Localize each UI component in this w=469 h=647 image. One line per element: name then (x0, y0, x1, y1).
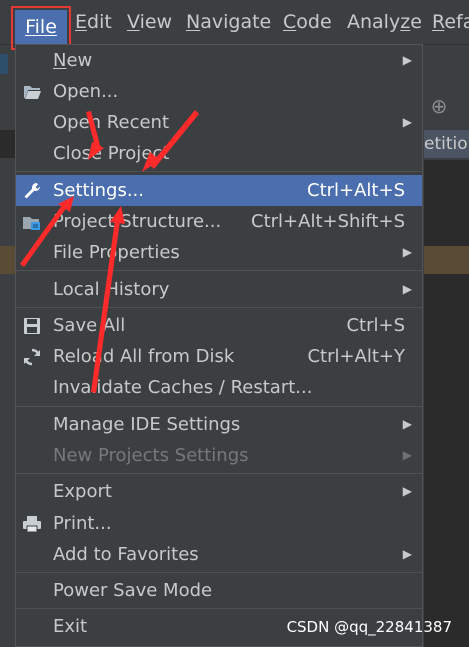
menu-analyze[interactable]: Analyze (347, 0, 422, 44)
label-rest: ew (66, 50, 93, 71)
submenu-arrow-icon: ▶ (402, 245, 412, 259)
watermark-text: CSDN @qq_22841387 (286, 618, 452, 636)
file-menu-dropdown: New ▶ Open... Open Recent ▶ Close Projec… (15, 44, 423, 647)
menu-analyze-label: Analyze (347, 11, 422, 33)
menu-edit-label: Edit (75, 11, 112, 33)
menu-item-add-to-favorites[interactable]: Add to Favorites ▶ (16, 539, 422, 570)
menu-navigate[interactable]: Navigate (186, 0, 271, 44)
menu-item-label: Export (53, 481, 112, 502)
menu-item-reload-all[interactable]: Reload All from Disk Ctrl+Alt+Y (16, 341, 422, 372)
submenu-arrow-icon: ▶ (402, 417, 412, 431)
menu-item-open-recent[interactable]: Open Recent ▶ (16, 107, 422, 138)
printer-icon (23, 516, 41, 533)
menu-item-label: Settings... (53, 180, 144, 201)
submenu-arrow-icon: ▶ (402, 282, 412, 296)
menu-item-project-structure[interactable]: Project Structure... Ctrl+Alt+Shift+S (16, 206, 422, 237)
menu-item-label: Local History (53, 279, 170, 300)
menu-item-local-history[interactable]: Local History ▶ (16, 274, 422, 305)
menu-separator (16, 406, 422, 407)
menu-item-shortcut: Ctrl+S (346, 315, 405, 336)
project-structure-icon (23, 217, 40, 230)
menu-view-label: View (127, 11, 173, 33)
menu-item-invalidate-caches[interactable]: Invalidate Caches / Restart... (16, 372, 422, 403)
menu-item-manage-ide-settings[interactable]: Manage IDE Settings ▶ (16, 409, 422, 440)
menu-item-shortcut: Ctrl+Alt+Shift+S (251, 211, 405, 232)
menu-navigate-label: Navigate (186, 11, 272, 33)
menu-separator (16, 608, 422, 609)
folder-open-icon (24, 86, 41, 99)
submenu-arrow-icon: ▶ (402, 448, 412, 462)
menu-file-label: File (25, 16, 57, 38)
menu-item-label: Print... (53, 513, 112, 534)
menu-item-new[interactable]: New ▶ (16, 45, 422, 76)
menu-item-label: Open Recent (53, 112, 170, 133)
menu-item-close-project[interactable]: Close Project (16, 138, 422, 169)
menu-item-label: Add to Favorites (53, 544, 199, 565)
left-highlight-fragment (0, 246, 16, 274)
left-panel-fragment (0, 130, 16, 158)
menu-item-label: Project Structure... (53, 211, 222, 232)
menu-item-label: New (53, 50, 93, 71)
menu-item-power-save-mode[interactable]: Power Save Mode (16, 575, 422, 606)
editor-area-fragment (424, 160, 469, 647)
menu-item-label: Save All (53, 315, 126, 336)
menu-item-file-properties[interactable]: File Properties ▶ (16, 237, 422, 268)
menu-item-shortcut: Ctrl+Alt+S (307, 180, 405, 201)
left-toolbar-fragment (0, 54, 8, 74)
submenu-arrow-icon: ▶ (402, 547, 412, 561)
menu-item-label: Power Save Mode (53, 580, 213, 601)
menu-refactor[interactable]: Refa (432, 0, 469, 44)
menu-item-label: Reload All from Disk (53, 346, 235, 367)
menu-item-label: Exit (53, 616, 88, 637)
menu-item-label: Manage IDE Settings (53, 414, 241, 435)
gear-icon[interactable]: ⊕ (427, 94, 451, 118)
menu-separator (16, 473, 422, 474)
menu-code[interactable]: Code (283, 0, 332, 44)
menu-item-label: Open... (53, 81, 119, 102)
menu-item-new-projects-settings: New Projects Settings ▶ (16, 440, 422, 471)
menu-item-shortcut: Ctrl+Alt+Y (307, 346, 405, 367)
wrench-icon (24, 183, 40, 199)
menu-separator (16, 171, 422, 172)
menu-separator (16, 572, 422, 573)
menu-refactor-label: Refa (432, 11, 469, 33)
menu-item-export[interactable]: Export ▶ (16, 476, 422, 507)
menu-item-label: Invalidate Caches / Restart... (53, 377, 313, 398)
submenu-arrow-icon: ▶ (402, 53, 412, 67)
reload-icon (24, 348, 40, 366)
save-icon (24, 318, 40, 334)
menu-code-label: Code (283, 11, 332, 33)
menu-view[interactable]: View (127, 0, 172, 44)
submenu-arrow-icon: ▶ (402, 115, 412, 129)
menu-item-print[interactable]: Print... (16, 508, 422, 539)
menu-item-label: File Properties (53, 242, 180, 263)
editor-highlight-line (424, 246, 469, 274)
menu-item-settings[interactable]: Settings... Ctrl+Alt+S (16, 175, 422, 206)
submenu-arrow-icon: ▶ (402, 484, 412, 498)
menu-item-label: New Projects Settings (53, 445, 249, 466)
menu-item-save-all[interactable]: Save All Ctrl+S (16, 310, 422, 341)
menu-item-open[interactable]: Open... (16, 76, 422, 107)
menu-edit[interactable]: Edit (75, 0, 112, 44)
menu-separator (16, 307, 422, 308)
main-menubar: File Edit View Navigate Code Analyze Ref… (0, 0, 469, 50)
editor-tab-fragment[interactable]: etition (424, 130, 469, 158)
menu-item-label: Close Project (53, 143, 170, 164)
menu-separator (16, 270, 422, 271)
